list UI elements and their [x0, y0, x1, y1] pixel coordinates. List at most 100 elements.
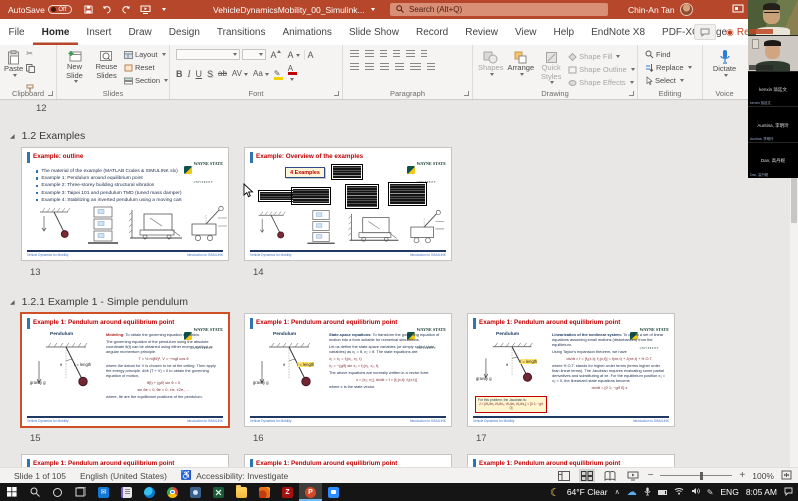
document-title[interactable]: VehicleDynamicsMobility_00_Simulink... — [213, 0, 375, 19]
clipboard-dialog-launcher-icon[interactable] — [48, 91, 53, 96]
select-button[interactable]: Select — [645, 74, 702, 87]
tab-draw[interactable]: Draw — [120, 19, 160, 45]
chrome-icon[interactable] — [161, 483, 184, 501]
participant-video-1[interactable] — [748, 0, 798, 36]
slide-thumbnail-19[interactable]: Example 1: Pendulum around equilibrium p… — [245, 455, 451, 467]
file-explorer-icon[interactable] — [230, 483, 253, 501]
reading-view-button[interactable] — [602, 469, 618, 482]
accessibility-status[interactable]: ♿ Accessibility: Investigate — [181, 470, 288, 481]
strikethrough-button[interactable]: ab — [218, 69, 227, 78]
shape-outline-button[interactable]: Shape Outline — [568, 63, 635, 76]
edge-icon[interactable] — [138, 483, 161, 501]
fit-to-window-button[interactable] — [781, 470, 792, 482]
font-name-select[interactable] — [176, 49, 240, 60]
shrink-font-button[interactable]: A — [285, 50, 302, 60]
align-center-icon[interactable] — [365, 63, 374, 70]
tab-insert[interactable]: Insert — [78, 19, 120, 45]
action-center-icon[interactable] — [784, 487, 793, 498]
search-box[interactable] — [390, 3, 608, 16]
customize-toolbar-caret-icon[interactable] — [162, 8, 166, 11]
underline-button[interactable]: U — [196, 69, 203, 79]
paragraph-dialog-launcher-icon[interactable] — [464, 91, 469, 96]
autosave-switch[interactable]: Off — [48, 5, 72, 14]
tab-transitions[interactable]: Transitions — [208, 19, 274, 45]
slide-thumbnail-20[interactable]: Example 1: Pendulum around equilibrium p… — [468, 455, 674, 467]
slide-thumbnail-14[interactable]: Example: Overview of the examples WAYNE … — [245, 148, 451, 260]
battery-icon[interactable] — [658, 487, 667, 497]
font-color-button[interactable]: A — [288, 64, 297, 84]
slide-thumbnail-13[interactable]: Example: outline WAYNE STATEUNIVERSITY T… — [22, 148, 228, 260]
grow-font-button[interactable]: A — [268, 50, 283, 60]
find-button[interactable]: Find — [645, 48, 702, 61]
tab-slide-show[interactable]: Slide Show — [340, 19, 407, 45]
autosave-toggle[interactable]: AutoSave Off — [8, 5, 72, 15]
dictate-button[interactable]: Dictate — [703, 45, 746, 77]
tray-expand-icon[interactable]: ∧ — [615, 488, 620, 496]
font-size-select[interactable] — [242, 49, 266, 60]
slideshow-view-button[interactable] — [625, 469, 641, 482]
bold-button[interactable]: B — [176, 69, 183, 79]
copy-icon[interactable] — [26, 60, 35, 78]
font-dialog-launcher-icon[interactable] — [334, 91, 339, 96]
new-slide-button[interactable]: New Slide — [60, 47, 89, 87]
smartart-icon[interactable] — [427, 63, 435, 70]
microphone-tray-icon[interactable] — [644, 487, 651, 498]
wifi-icon[interactable] — [674, 487, 684, 497]
search-input[interactable] — [409, 5, 602, 14]
participant-tile-5[interactable]: Dan, 高丹妮 Dan, 高丹妮 — [748, 143, 798, 178]
decrease-indent-icon[interactable] — [380, 50, 387, 57]
zoom-slider-thumb[interactable] — [700, 472, 703, 480]
align-left-icon[interactable] — [350, 63, 359, 70]
numbering-icon[interactable] — [365, 50, 374, 57]
tab-design[interactable]: Design — [160, 19, 208, 45]
shape-fill-button[interactable]: Shape Fill — [568, 50, 635, 63]
participant-tile-4[interactable]: Auntina, 李明玲 Auntina, 李明玲 — [748, 107, 798, 143]
undo-icon[interactable] — [102, 5, 112, 14]
tab-home[interactable]: Home — [33, 19, 78, 45]
cut-icon[interactable]: ✂ — [26, 49, 35, 58]
character-spacing-button[interactable]: AV — [232, 69, 248, 78]
start-slideshow-icon[interactable] — [140, 5, 151, 14]
tab-record[interactable]: Record — [407, 19, 456, 45]
arrange-button[interactable]: Arrange — [507, 48, 534, 89]
powerpoint-taskbar-icon[interactable]: P — [299, 483, 322, 501]
start-button[interactable] — [0, 483, 23, 501]
participant-video-2[interactable] — [748, 36, 798, 72]
shape-effects-button[interactable]: Shape Effects — [568, 76, 635, 89]
tab-endnote[interactable]: EndNote X8 — [583, 19, 654, 45]
slide-indicator[interactable]: Slide 1 of 105 — [14, 471, 66, 481]
section-header-examples[interactable]: ◢ 1.2 Examples — [10, 130, 85, 142]
highlight-color-button[interactable]: ✎ — [274, 68, 283, 80]
slide-thumbnail-18[interactable]: Example 1: Pendulum around equilibrium p… — [22, 455, 228, 467]
section-collapse-icon[interactable]: ◢ — [10, 299, 15, 306]
increase-indent-icon[interactable] — [393, 50, 400, 57]
drawing-dialog-launcher-icon[interactable] — [629, 91, 634, 96]
tab-help[interactable]: Help — [545, 19, 583, 45]
slide-sorter-view-button[interactable] — [579, 469, 595, 482]
bullets-icon[interactable] — [350, 50, 359, 57]
clear-formatting-button[interactable]: A — [304, 50, 316, 60]
task-view-icon[interactable] — [69, 483, 92, 501]
slide-thumbnail-17[interactable]: Example 1: Pendulum around equilibrium p… — [468, 314, 674, 426]
account-area[interactable]: Chin-An Tan — [628, 0, 693, 19]
section-header-example1[interactable]: ◢ 1.2.1 Example 1 - Simple pendulum — [10, 296, 188, 308]
columns-icon[interactable] — [410, 63, 421, 70]
volume-icon[interactable] — [691, 487, 700, 497]
reuse-slides-button[interactable]: Reuse Slides — [91, 47, 122, 87]
input-language[interactable]: ENG — [720, 487, 738, 497]
teams-icon[interactable] — [322, 483, 345, 501]
tab-animations[interactable]: Animations — [274, 19, 340, 45]
zoom-in-button[interactable]: + — [739, 470, 745, 481]
matlab-icon[interactable] — [253, 483, 276, 501]
onedrive-icon[interactable]: ☁ — [627, 487, 637, 498]
italic-button[interactable]: I — [188, 69, 191, 79]
text-shadow-button[interactable]: S — [207, 69, 213, 79]
cortana-icon[interactable] — [46, 483, 69, 501]
ink-workspace-icon[interactable]: ✎ — [707, 488, 714, 497]
tab-view[interactable]: View — [507, 19, 546, 45]
mail-app-icon[interactable]: ✉ — [92, 483, 115, 501]
justify-icon[interactable] — [395, 63, 404, 70]
redo-icon[interactable] — [121, 5, 131, 14]
shapes-button[interactable]: Shapes — [478, 48, 503, 89]
zoom-out-button[interactable]: − — [648, 470, 654, 481]
